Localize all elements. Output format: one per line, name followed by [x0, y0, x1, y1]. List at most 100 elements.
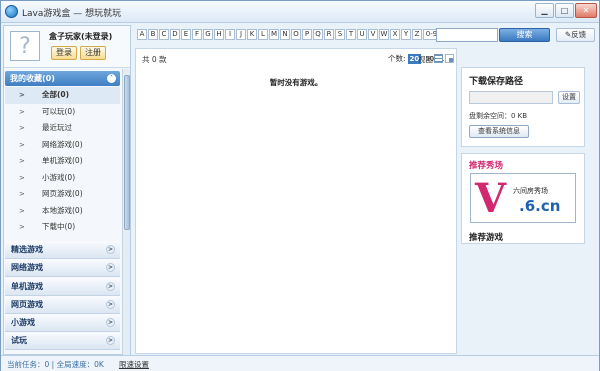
favorites-item-label: 最近玩过 — [42, 123, 72, 132]
download-path-title: 下载保存路径 — [469, 77, 524, 87]
promo-panel: 推荐秀场 V 六间房秀场 .6.cn 推荐游戏 — [461, 153, 585, 244]
letter-filter-d[interactable]: D — [170, 29, 180, 40]
letter-filter-o[interactable]: O — [291, 29, 301, 40]
category-label: 网络游戏 — [11, 263, 43, 273]
letter-filter-h[interactable]: H — [214, 29, 224, 40]
promo-title: 推荐秀场 — [469, 161, 504, 171]
favorites-item-label: 小游戏(0) — [42, 172, 76, 182]
feedback-label: 反馈 — [571, 30, 587, 39]
favorites-item-web[interactable]: > 网页游戏(0) — [5, 186, 120, 203]
maximize-button[interactable]: □ — [555, 3, 574, 18]
favorites-item-playable[interactable]: > 可以玩(0) — [5, 104, 120, 121]
chevron-right-icon: > — [106, 318, 115, 328]
favorites-item-single[interactable]: > 单机游戏(0) — [5, 153, 120, 170]
letter-filter-s[interactable]: S — [335, 29, 345, 40]
avatar[interactable]: ? — [10, 31, 40, 61]
favorites-item-online[interactable]: > 网络游戏(0) — [5, 137, 120, 154]
favorites-item-recent[interactable]: > 最近玩过 — [5, 120, 120, 137]
chevron-right-icon: > — [106, 281, 115, 291]
system-info-button[interactable]: 查看系统信息 — [469, 125, 529, 138]
chevron-right-icon: > — [19, 223, 25, 231]
register-button[interactable]: 注册 — [80, 46, 106, 60]
set-path-button[interactable]: 设置 — [558, 91, 580, 104]
chevron-right-icon: > — [19, 91, 25, 99]
favorites-item-label: 网页游戏(0) — [42, 189, 83, 198]
favorites-header[interactable]: 我的收藏(0) ˄ — [5, 71, 120, 86]
category-label: 网页游戏 — [11, 299, 43, 309]
chevron-right-icon: > — [106, 336, 115, 346]
favorites-item-label: 全部(0) — [42, 90, 70, 99]
letter-filter-v[interactable]: V — [368, 29, 378, 40]
download-path-input[interactable] — [469, 91, 553, 104]
favorites-header-label: 我的收藏(0) — [10, 74, 55, 83]
chevron-right-icon: > — [19, 157, 25, 165]
search-input[interactable] — [436, 28, 498, 42]
scrollbar-thumb[interactable] — [124, 75, 130, 230]
letter-filter-f[interactable]: F — [192, 29, 202, 40]
search-button[interactable]: 搜索 — [499, 28, 550, 42]
chevron-right-icon: > — [106, 299, 115, 309]
promo-banner[interactable]: V 六间房秀场 .6.cn — [470, 173, 576, 223]
category-featured[interactable]: 精选游戏 > — [5, 241, 120, 259]
category-mini[interactable]: 小游戏 > — [5, 314, 120, 333]
grid-view-icon[interactable] — [445, 54, 454, 63]
login-button[interactable]: 登录 — [51, 46, 77, 60]
per-page-label: 个数: — [388, 54, 406, 63]
favorites-item-all[interactable]: > 全部(0) — [5, 87, 120, 104]
favorites-item-mini[interactable]: > 小游戏(0) — [5, 170, 120, 187]
left-scrollbar[interactable] — [122, 69, 130, 355]
disk-space-text: 盘剩余空间：0 KB — [469, 112, 528, 120]
favorites-item-downloading[interactable]: > 下载中(0) — [5, 219, 120, 236]
letter-filter-x[interactable]: X — [390, 29, 400, 40]
letter-filter-i[interactable]: I — [225, 29, 235, 40]
category-single[interactable]: 单机游戏 > — [5, 277, 120, 296]
promo-logo-url: .6.cn — [519, 197, 561, 215]
username: 盒子玩家(未登录) — [49, 32, 113, 41]
close-button[interactable]: ✕ — [575, 3, 597, 18]
category-list: 精选游戏 > 网络游戏 > 单机游戏 > 网页游戏 > 小游戏 > 试玩 > — [5, 241, 120, 351]
chevron-right-icon: > — [106, 245, 115, 254]
letter-filter-q[interactable]: Q — [313, 29, 323, 40]
category-trial[interactable]: 试玩 > — [5, 332, 120, 351]
collapse-icon[interactable]: ˄ — [107, 74, 116, 83]
letter-filter-z[interactable]: Z — [412, 29, 422, 40]
letter-filter-c[interactable]: C — [159, 29, 169, 40]
letter-filter-g[interactable]: G — [203, 29, 213, 40]
letter-filter-y[interactable]: Y — [401, 29, 411, 40]
letter-filter-a[interactable]: A — [137, 29, 147, 40]
category-web[interactable]: 网页游戏 > — [5, 295, 120, 314]
category-online[interactable]: 网络游戏 > — [5, 259, 120, 278]
chevron-right-icon: > — [19, 140, 25, 149]
letter-filter-w[interactable]: W — [379, 29, 389, 40]
status-text: 当前任务：0 | 全局速度：0K — [7, 360, 104, 369]
letter-filter-m[interactable]: M — [269, 29, 279, 40]
promo-logo-text: 六间房秀场 — [513, 187, 548, 195]
app-window: Lava游戏盒 — 想玩就玩 ▁ □ ✕ ? 盒子玩家(未登录) 登录 注册 我… — [0, 0, 600, 371]
game-list-panel: 共 0 款 个数: 20 50 100 视图: 暂时没有游戏。 — [135, 48, 457, 354]
chevron-right-icon: > — [106, 263, 115, 273]
letter-filter-e[interactable]: E — [181, 29, 191, 40]
favorites-item-label: 可以玩(0) — [42, 106, 76, 116]
letter-filter-k[interactable]: K — [247, 29, 257, 40]
recommended-games-title: 推荐游戏 — [469, 233, 504, 243]
minimize-button[interactable]: ▁ — [535, 3, 554, 18]
letter-filter-b[interactable]: B — [148, 29, 158, 40]
list-view-icon[interactable] — [434, 54, 443, 63]
letter-filter-p[interactable]: P — [302, 29, 312, 40]
category-label: 精选游戏 — [11, 245, 43, 254]
letter-filter-n[interactable]: N — [280, 29, 290, 40]
feedback-button[interactable]: ✎反馈 — [556, 28, 595, 42]
letter-filter-l[interactable]: L — [258, 29, 268, 40]
favorites-item-label: 网络游戏(0) — [42, 139, 83, 149]
speed-limit-link[interactable]: 限速设置 — [119, 359, 149, 370]
category-label: 试玩 — [11, 336, 27, 346]
letter-filter-u[interactable]: U — [357, 29, 367, 40]
window-controls: ▁ □ ✕ — [535, 3, 597, 18]
letter-filter-j[interactable]: J — [236, 29, 246, 40]
chevron-right-icon: > — [19, 206, 25, 215]
left-panel: ? 盒子玩家(未登录) 登录 注册 我的收藏(0) ˄ > 全部(0) > 可以玩(… — [3, 25, 131, 355]
app-logo-icon — [5, 5, 18, 18]
letter-filter-t[interactable]: T — [346, 29, 356, 40]
letter-filter-r[interactable]: R — [324, 29, 334, 40]
favorites-item-local[interactable]: > 本地游戏(0) — [5, 203, 120, 220]
